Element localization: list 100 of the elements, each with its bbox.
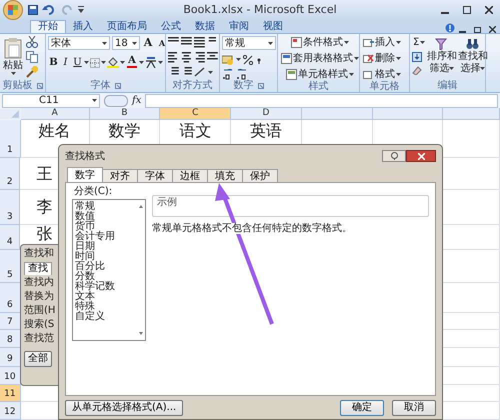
align-left-icon[interactable] bbox=[168, 51, 179, 63]
dialog-tab[interactable]: 填充 bbox=[207, 169, 243, 182]
column-header[interactable]: B bbox=[90, 108, 160, 120]
scissors-icon[interactable] bbox=[26, 36, 38, 48]
close-button[interactable] bbox=[406, 150, 436, 162]
ribbon-tab[interactable]: 审阅 bbox=[222, 20, 256, 33]
column-header[interactable]: C bbox=[160, 108, 232, 120]
italic-button[interactable]: I bbox=[60, 56, 71, 69]
phonetic-guide-icon[interactable] bbox=[145, 57, 157, 68]
restore-icon[interactable] bbox=[474, 26, 481, 33]
currency-icon[interactable] bbox=[222, 54, 234, 65]
increase-decimal-icon[interactable] bbox=[222, 69, 234, 80]
dialog-tab[interactable]: 查找 bbox=[24, 262, 52, 275]
cancel-button[interactable]: 取消 bbox=[392, 400, 436, 416]
save-icon[interactable] bbox=[28, 5, 38, 15]
sum-button[interactable]: Σ bbox=[412, 36, 426, 49]
copy-icon[interactable] bbox=[26, 51, 38, 63]
group-label: 剪贴板 bbox=[2, 80, 32, 92]
decrease-decimal-icon[interactable] bbox=[236, 69, 248, 80]
align-center-icon[interactable] bbox=[181, 51, 192, 63]
ribbon-tab[interactable]: 视图 bbox=[256, 20, 290, 33]
cells-button[interactable]: 插入 bbox=[362, 36, 402, 49]
fill-color-icon[interactable] bbox=[107, 57, 119, 68]
percent-icon[interactable] bbox=[243, 54, 253, 64]
row-header[interactable]: 2 bbox=[0, 158, 20, 190]
list-item[interactable]: 时间 bbox=[73, 252, 137, 262]
style-button[interactable]: 条件格式 bbox=[280, 36, 360, 49]
row-header[interactable]: 5 bbox=[0, 250, 21, 283]
caret-icon bbox=[354, 57, 359, 60]
ribbon-tab[interactable]: 插入 bbox=[66, 20, 100, 33]
row-header[interactable]: 8 bbox=[0, 330, 21, 348]
shrink-font-button[interactable]: A bbox=[156, 36, 168, 50]
ok-button[interactable]: 确定 bbox=[340, 400, 384, 416]
cells-button[interactable]: 格式 bbox=[362, 68, 402, 81]
pick-format-button[interactable]: 从单元格选择格式(A)... bbox=[65, 400, 184, 416]
align-right-icon[interactable] bbox=[194, 51, 205, 63]
number-format-field[interactable]: 常规 bbox=[222, 36, 276, 50]
paste-button[interactable]: 粘贴 bbox=[2, 36, 24, 76]
row-header[interactable]: 9 bbox=[0, 348, 21, 367]
formula-field[interactable] bbox=[145, 94, 498, 108]
font-color-button[interactable]: A bbox=[126, 56, 138, 69]
ribbon-tab[interactable]: 公式 bbox=[154, 20, 188, 33]
align-bottom-icon[interactable] bbox=[194, 36, 205, 48]
close-icon[interactable] bbox=[489, 26, 496, 33]
row-header[interactable]: 1 bbox=[0, 120, 21, 158]
column-header[interactable]: D bbox=[231, 108, 302, 120]
brush-icon[interactable] bbox=[26, 66, 38, 78]
undo-icon[interactable] bbox=[42, 5, 56, 15]
category-list[interactable]: 常规 数值 货币 会计专用 日期 时间 百分比 分数 科学记数 文本 特殊 自定义 bbox=[72, 199, 146, 341]
row-header[interactable]: 7 bbox=[0, 313, 21, 330]
dialog-tab[interactable]: 保护 bbox=[242, 169, 278, 182]
ribbon-tab[interactable]: 数据 bbox=[188, 20, 222, 33]
font-size-field[interactable]: 18 bbox=[112, 36, 140, 50]
name-box[interactable]: C11 bbox=[2, 94, 100, 108]
help-button[interactable] bbox=[382, 150, 406, 162]
dialog-tab[interactable]: 边框 bbox=[172, 169, 208, 182]
dialog-tab[interactable]: 字体 bbox=[137, 169, 173, 182]
field-label: 查找范 bbox=[24, 333, 54, 345]
table-format-icon bbox=[281, 53, 292, 64]
dialog-launcher-icon[interactable] bbox=[258, 83, 264, 89]
style-button[interactable]: 套用表格格式 bbox=[280, 52, 360, 65]
insert-function-button[interactable]: fx bbox=[132, 95, 142, 106]
grow-font-button[interactable]: A bbox=[142, 36, 154, 50]
list-item[interactable]: 科学记数 bbox=[73, 282, 137, 292]
fill-down-icon[interactable] bbox=[412, 52, 422, 62]
bold-button[interactable]: B bbox=[48, 56, 59, 69]
ribbon-tab[interactable]: 开始 bbox=[30, 20, 66, 33]
list-item[interactable]: 分数 bbox=[73, 272, 137, 282]
table-cell bbox=[443, 120, 500, 158]
row-header[interactable]: 6 bbox=[0, 283, 21, 313]
font-name-field[interactable]: 宋体 bbox=[48, 36, 110, 50]
caret-icon bbox=[268, 42, 273, 44]
dialog-launcher-icon[interactable] bbox=[114, 83, 120, 89]
row-header[interactable]: 3 bbox=[0, 190, 20, 225]
list-item[interactable]: 百分比 bbox=[73, 262, 137, 272]
list-item[interactable]: 自定义 bbox=[73, 312, 137, 322]
column-header[interactable]: A bbox=[20, 108, 90, 120]
edit-button[interactable]: 查找和 选择 bbox=[457, 36, 488, 76]
underline-button[interactable]: U bbox=[72, 56, 83, 69]
style-button[interactable]: 单元格样式 bbox=[280, 68, 360, 81]
replace-all-button[interactable]: 全部 bbox=[24, 351, 52, 367]
customize-icon[interactable] bbox=[78, 6, 84, 14]
orientation-icon[interactable] bbox=[194, 67, 206, 77]
conditional-format-icon bbox=[291, 37, 302, 48]
row-header[interactable]: 12 bbox=[0, 402, 21, 420]
dialog-tab[interactable]: 对齐 bbox=[102, 169, 138, 182]
dialog-launcher-icon[interactable] bbox=[36, 83, 42, 89]
edit-button[interactable]: 排序和 筛选 bbox=[426, 36, 458, 76]
cells-button[interactable]: 删除 bbox=[362, 52, 402, 65]
help-icon[interactable] bbox=[445, 23, 455, 33]
list-item[interactable]: 特殊 bbox=[73, 302, 137, 312]
caret-icon bbox=[208, 70, 213, 74]
ribbon-tab[interactable]: 页面布局 bbox=[100, 20, 154, 33]
eraser-icon[interactable] bbox=[412, 65, 422, 75]
dialog-tab[interactable]: 数字 bbox=[67, 167, 103, 182]
row-header[interactable]: 4 bbox=[0, 225, 20, 250]
row-header[interactable]: 10 bbox=[0, 367, 21, 385]
borders-icon[interactable] bbox=[90, 58, 100, 68]
list-item[interactable]: 文本 bbox=[73, 292, 137, 302]
row-header[interactable]: 11 bbox=[0, 385, 21, 402]
